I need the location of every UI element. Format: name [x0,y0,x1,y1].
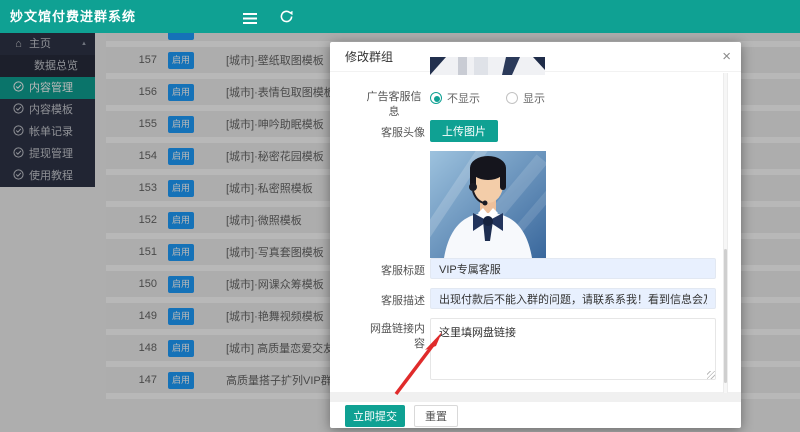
netdisk-link-textarea[interactable]: 这里填网盘链接 [430,318,716,380]
ad-info-label: 广告客服信息 [363,90,425,120]
modal-scrollbar[interactable] [723,73,728,393]
service-title-input[interactable] [430,258,716,279]
avatar-label: 客服头像 [363,126,425,141]
reset-button[interactable]: 重置 [414,405,458,427]
edit-group-modal: 修改群组 × 广告客服信息 不显示 显示 客服头像 上传图片 [330,42,741,428]
cropped-photo-top [430,57,545,75]
resize-grip-icon[interactable] [707,371,715,379]
radio-hide-selected[interactable] [430,92,442,104]
app-title: 妙文馆付费进群系统 [10,0,136,33]
radio-show[interactable] [506,92,518,104]
service-title-label: 客服标题 [363,264,425,279]
hamburger-menu-icon[interactable] [243,11,257,29]
radio-hide-label: 不显示 [447,90,480,106]
app-window: 妙文馆付费进群系统 ⌂主页 ▲ 数据总览 内容管理 内容模板 帐单记录 提现管理… [0,0,800,432]
modal-footer: 立即提交 重置 [345,405,458,427]
app-header: 妙文馆付费进群系统 [0,0,800,33]
scrollbar-thumb[interactable] [724,249,727,383]
radio-show-label: 显示 [523,90,545,106]
refresh-icon[interactable] [280,10,293,28]
modal-title: 修改群组 [345,42,393,72]
close-icon[interactable]: × [722,48,731,66]
red-annotation-arrow [388,326,450,405]
service-desc-input[interactable] [430,288,716,309]
customer-service-photo [430,151,546,258]
upload-image-button[interactable]: 上传图片 [430,120,498,142]
submit-button[interactable]: 立即提交 [345,405,405,427]
ad-info-radio-group: 不显示 显示 [430,90,545,106]
service-desc-label: 客服描述 [363,294,425,309]
